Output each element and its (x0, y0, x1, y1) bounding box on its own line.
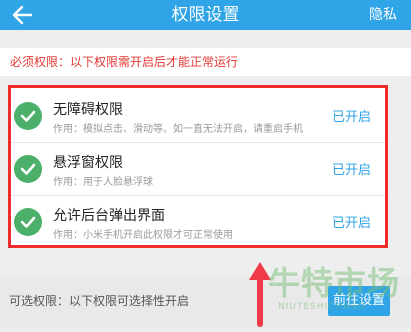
notice-text: 必须权限：以下权限需开启后才能正常运行 (10, 55, 239, 69)
page-title: 权限设置 (171, 5, 240, 25)
app-header: 权限设置 隐私 (0, 0, 411, 30)
permission-status: 已开启 (331, 110, 371, 125)
required-permissions-notice: 必须权限：以下权限需开启后才能正常运行 (0, 48, 411, 76)
watermark-text-cn: 牛特市场 (268, 264, 401, 302)
required-permissions-list: 无障碍权限 作用：模拟点击、滑动等。如一直无法开启，请重启手机 已开启 悬浮窗权… (8, 85, 388, 248)
permission-name: 悬浮窗权限 (53, 155, 123, 171)
permission-name: 无障碍权限 (53, 102, 123, 118)
site-watermark: 牛特市场 NIUTESHICHANG (268, 258, 408, 324)
permission-item-accessibility[interactable]: 无障碍权限 作用：模拟点击、滑动等。如一直无法开启，请重启手机 已开启 (11, 90, 385, 143)
permission-description: 作用：小米手机开启此权限才可正常使用 (53, 230, 233, 241)
permission-status: 已开启 (331, 163, 371, 178)
optional-permissions-text: 可选权限：以下权限可选择性开启 (9, 294, 190, 308)
check-circle-icon (14, 155, 42, 183)
permission-description: 作用：模拟点击、滑动等。如一直无法开启，请重启手机 (53, 124, 303, 135)
permission-description: 作用：用于人脸悬浮球 (53, 177, 153, 188)
check-circle-icon (14, 208, 42, 236)
permission-name: 允许后台弹出界面 (53, 208, 165, 224)
privacy-link[interactable]: 隐私 (369, 0, 397, 30)
permission-item-background-popup[interactable]: 允许后台弹出界面 作用：小米手机开启此权限才可正常使用 已开启 (11, 196, 385, 248)
permission-status: 已开启 (331, 216, 371, 231)
permission-item-floating-window[interactable]: 悬浮窗权限 作用：用于人脸悬浮球 已开启 (11, 143, 385, 196)
check-circle-icon (14, 102, 42, 130)
watermark-text-en: NIUTESHICHANG (278, 302, 367, 312)
